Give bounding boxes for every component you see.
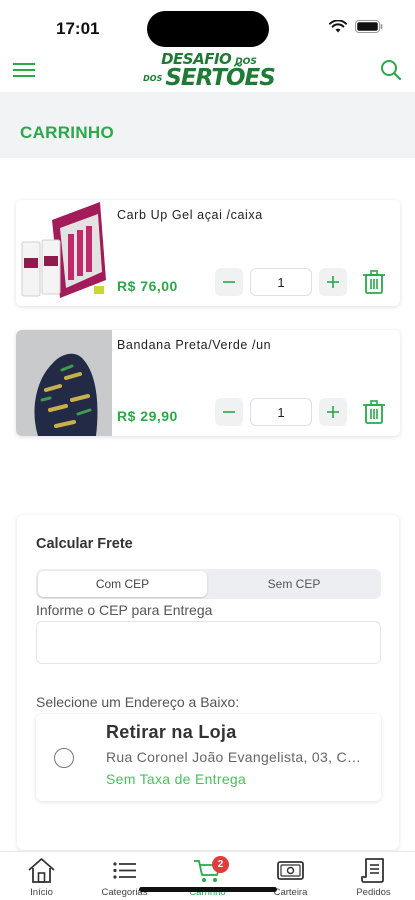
tab-categorias[interactable]: Categorias: [83, 852, 166, 900]
tab-label: Pedidos: [356, 887, 391, 898]
decrease-quantity-button[interactable]: [215, 268, 243, 296]
address-option[interactable]: Retirar na Loja Rua Coronel João Evangel…: [36, 714, 381, 801]
search-icon[interactable]: [379, 58, 403, 82]
quantity-input[interactable]: 1: [250, 268, 312, 296]
tab-com-cep[interactable]: Com CEP: [38, 571, 207, 597]
hamburger-menu-icon[interactable]: [12, 58, 36, 82]
status-bar: 17:01: [0, 0, 415, 48]
tab-carteira[interactable]: Carteira: [249, 852, 332, 900]
wallet-icon: [277, 861, 304, 880]
address-radio-button[interactable]: [54, 748, 74, 768]
quantity-input[interactable]: 1: [250, 398, 312, 426]
increase-quantity-button[interactable]: [319, 268, 347, 296]
plus-icon: [327, 276, 339, 288]
app-header: DESAFIO DOS DOS SERTÕES: [0, 48, 415, 92]
minus-icon: [223, 281, 235, 283]
page-title-band: CARRINHO: [0, 92, 415, 158]
product-price: R$ 76,00: [117, 278, 178, 294]
address-name: Retirar na Loja: [106, 722, 237, 742]
trash-icon[interactable]: [363, 270, 385, 294]
tab-carrinho[interactable]: 2 Carrinho: [166, 852, 249, 900]
cart-item: Carb Up Gel açai /caixa R$ 76,00 1: [16, 200, 400, 306]
product-image-bandana: [16, 330, 112, 436]
shipping-calculator-card: Calcular Frete Com CEP Sem CEP Informe o…: [17, 515, 399, 850]
tab-label: Início: [30, 887, 53, 898]
tab-pedidos[interactable]: Pedidos: [332, 852, 415, 900]
cart-item: Bandana Preta/Verde /un R$ 29,90 1: [16, 330, 400, 436]
battery-icon: [355, 20, 383, 33]
status-time: 17:01: [56, 19, 100, 38]
plus-icon: [327, 406, 339, 418]
shipping-title: Calcular Frete: [36, 536, 133, 552]
product-name[interactable]: Bandana Preta/Verde /un: [117, 337, 297, 353]
cep-mode-segmented-control: Com CEP Sem CEP: [36, 569, 381, 599]
minus-icon: [223, 411, 235, 413]
cep-label: Informe o CEP para Entrega: [36, 602, 213, 618]
bottom-tab-bar: Início Categorias 2 Carrinho Carteira Pe…: [0, 851, 415, 900]
decrease-quantity-button[interactable]: [215, 398, 243, 426]
address-street: Rua Coronel João Evangelista, 03, Centro: [106, 749, 368, 765]
address-delivery-fee: Sem Taxa de Entrega: [106, 771, 247, 787]
orders-icon: [361, 858, 384, 883]
tab-sem-cep[interactable]: Sem CEP: [209, 571, 379, 597]
tab-inicio[interactable]: Início: [0, 852, 83, 900]
product-image-carb-up-gel: [16, 200, 112, 306]
product-price: R$ 29,90: [117, 408, 178, 424]
home-icon: [28, 858, 55, 883]
increase-quantity-button[interactable]: [319, 398, 347, 426]
trash-icon[interactable]: [363, 400, 385, 424]
address-select-label: Selecione um Endereço a Baixo:: [36, 694, 240, 710]
status-icons: [329, 20, 383, 33]
list-icon: [113, 862, 136, 879]
cep-input[interactable]: [36, 621, 381, 664]
product-name[interactable]: Carb Up Gel açai /caixa: [117, 207, 297, 223]
dynamic-island: [147, 11, 269, 47]
cart-count-badge: 2: [212, 856, 229, 873]
page-title: CARRINHO: [20, 123, 115, 142]
brand-logo[interactable]: DESAFIO DOS DOS SERTÕES: [142, 50, 276, 90]
home-indicator: [139, 887, 277, 892]
wifi-icon: [329, 20, 347, 33]
